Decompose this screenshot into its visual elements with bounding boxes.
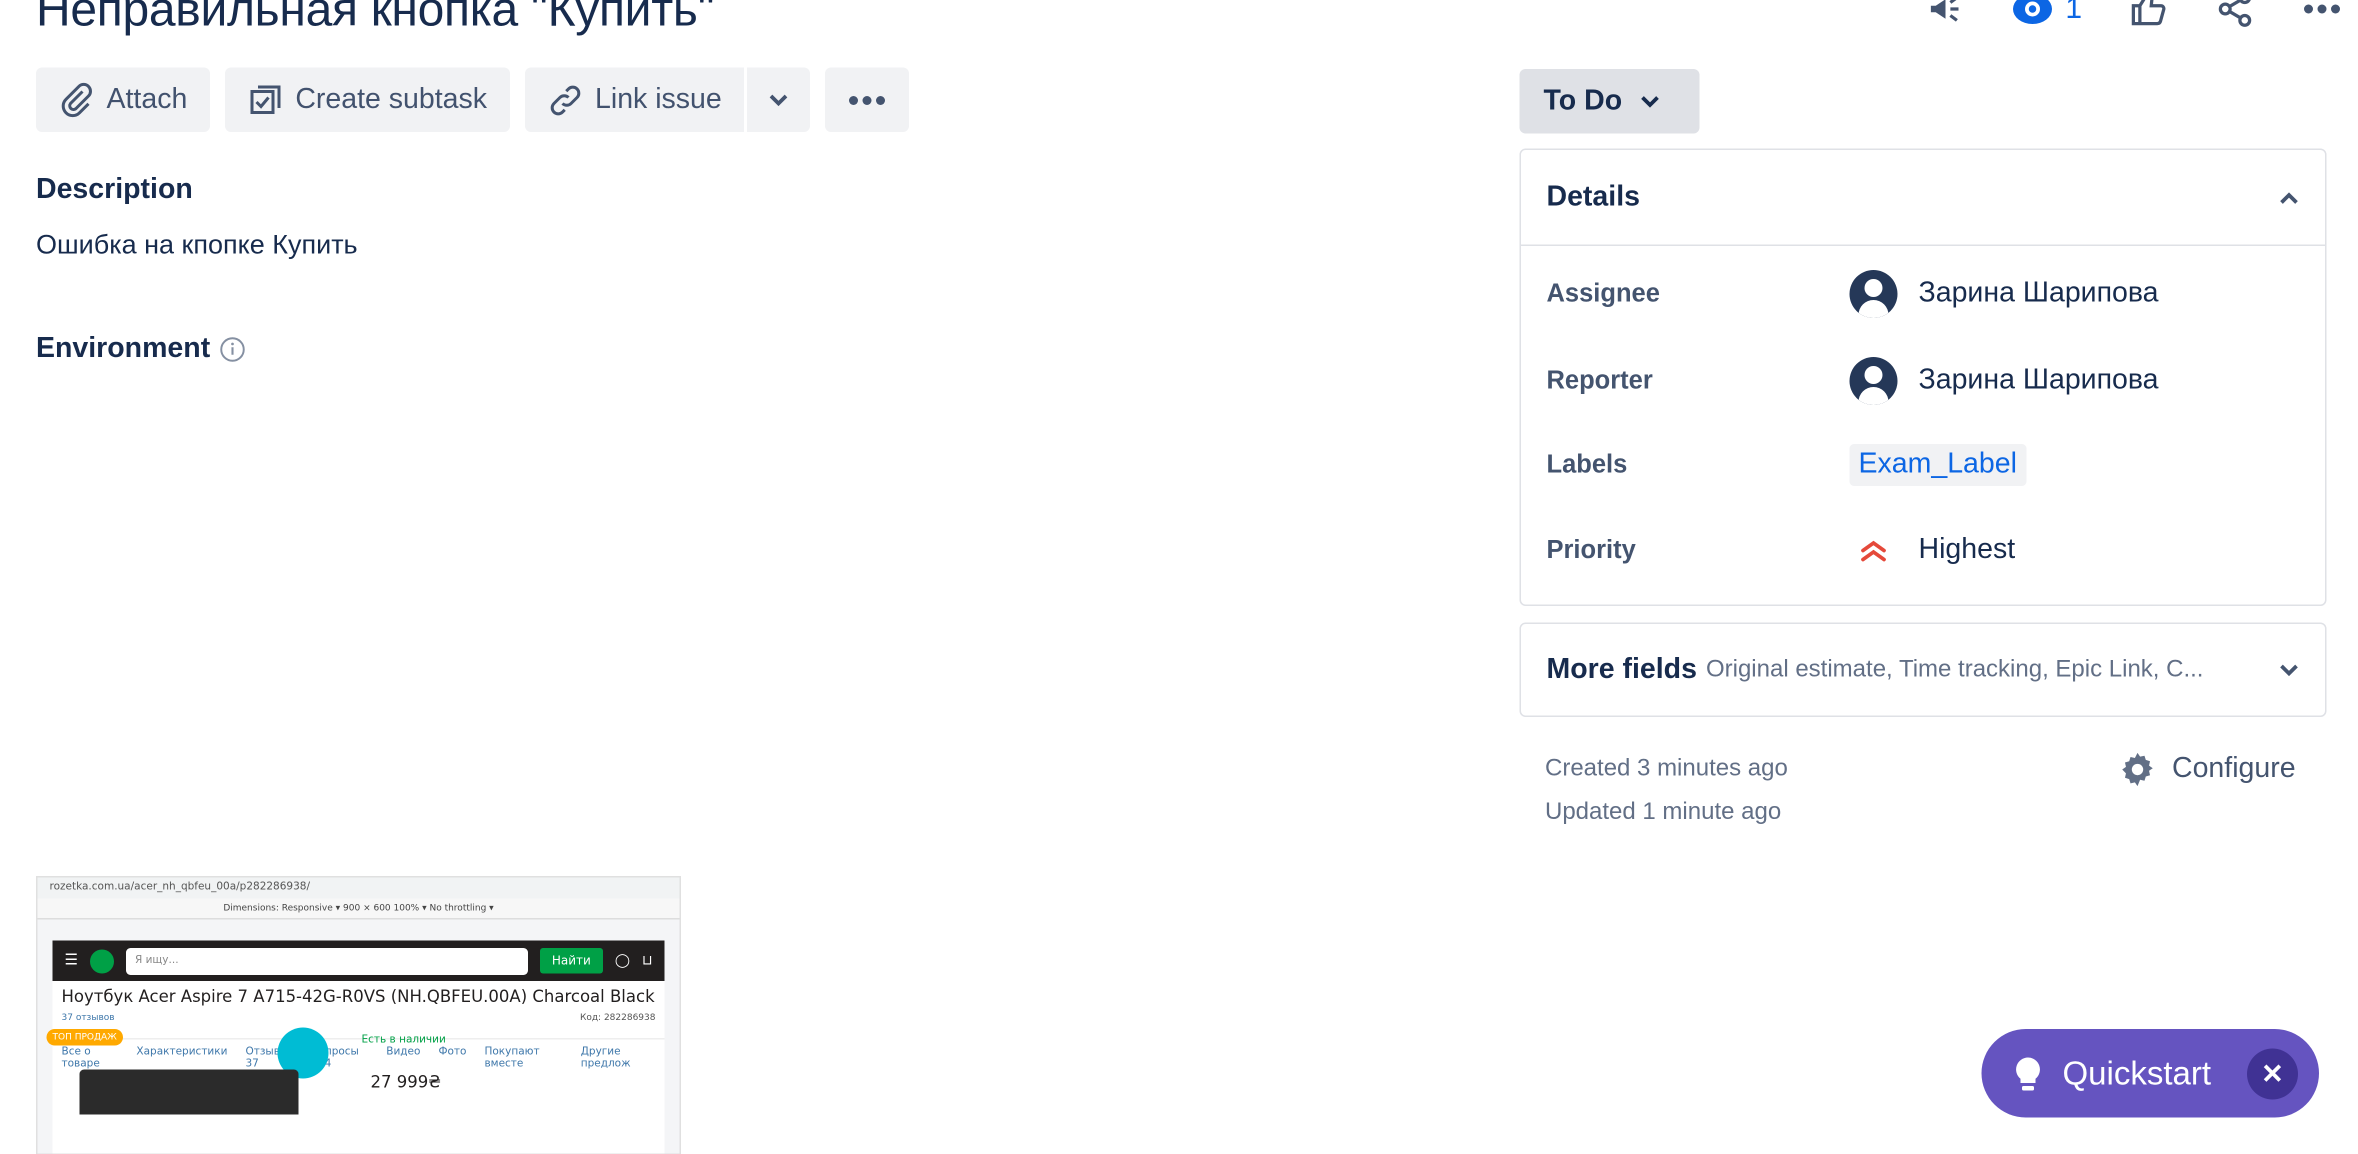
more-fields-title: More fields bbox=[1546, 653, 1697, 685]
link-issue-button[interactable]: Link issue bbox=[524, 67, 745, 132]
thumb-reviews: 37 отзывов bbox=[61, 1012, 115, 1024]
attach-button[interactable]: Attach bbox=[36, 67, 210, 132]
detail-label: Assignee bbox=[1546, 279, 1660, 308]
thumb-tab: Видео bbox=[386, 1045, 421, 1058]
updated-timestamp: Updated 1 minute ago bbox=[1545, 799, 1782, 826]
thumb-address-bar: rozetka.com.ua/acer_nh_qbfeu_00a/p282286… bbox=[37, 877, 680, 899]
details-heading: Details bbox=[1546, 180, 1640, 213]
link-issue-dropdown[interactable] bbox=[747, 67, 811, 132]
thumb-laptop-image bbox=[79, 1069, 299, 1115]
thumb-site: ☰ Я ищу... Найти ◯ ⊔ Ноутбук Acer Aspire… bbox=[52, 940, 665, 1154]
issue-toolbar: Attach Create subtask Link issue bbox=[36, 67, 910, 132]
status-dropdown[interactable]: To Do bbox=[1519, 69, 1700, 134]
thumb-devtools-bar: Dimensions: Responsive ▾ 900 × 600 100% … bbox=[37, 898, 680, 920]
thumb-site-header: ☰ Я ищу... Найти ◯ ⊔ bbox=[52, 940, 665, 981]
watch-button[interactable]: 1 bbox=[2011, 0, 2082, 26]
user-icon: ◯ bbox=[614, 952, 630, 968]
logo-icon bbox=[89, 948, 114, 973]
thumb-tab: Фото bbox=[438, 1045, 467, 1058]
issue-view: Неправильная кнопка "Купить" 1 Attach Cr… bbox=[0, 0, 2358, 1154]
detail-row-assignee: Assignee Зарина Шарипова bbox=[1547, 270, 2312, 318]
more-fields-panel[interactable]: More fields Original estimate, Time trac… bbox=[1519, 622, 2327, 717]
thumb-code: Код: 282286938 bbox=[579, 1012, 656, 1024]
subtask-icon bbox=[250, 84, 281, 114]
watch-count: 1 bbox=[2065, 0, 2082, 25]
configure-label: Configure bbox=[2172, 753, 2296, 785]
thumb-tab: Характеристики bbox=[136, 1045, 228, 1058]
priority-field[interactable]: Highest bbox=[1850, 533, 2016, 569]
priority-highest-icon bbox=[1861, 540, 1886, 562]
thumb-product-meta: 37 отзывов Код: 282286938 bbox=[53, 1013, 665, 1024]
description-heading: Description bbox=[36, 174, 193, 206]
thumb-top-badge: ТОП ПРОДАЖ bbox=[46, 1029, 123, 1046]
close-icon[interactable]: ✕ bbox=[2247, 1048, 2298, 1100]
detail-row-labels: Labels Exam_Label bbox=[1547, 444, 2312, 486]
priority-value: Highest bbox=[1918, 534, 2016, 566]
labels-field[interactable]: Exam_Label bbox=[1849, 444, 2026, 486]
label-chip[interactable]: Exam_Label bbox=[1849, 444, 2026, 486]
thumb-price: 27 999₴ bbox=[370, 1072, 442, 1093]
assignee-field[interactable]: Зарина Шарипова bbox=[1849, 270, 2159, 318]
detail-label: Priority bbox=[1546, 535, 1636, 565]
paperclip-icon bbox=[61, 82, 92, 117]
lightbulb-icon bbox=[2016, 1056, 2040, 1090]
environment-heading: Environment bbox=[36, 333, 211, 365]
chevron-down-icon bbox=[1641, 95, 1660, 107]
subtask-label: Create subtask bbox=[295, 83, 488, 115]
avatar bbox=[1849, 270, 1898, 318]
details-panel: Details Assignee Зарина Шарипова Reporte… bbox=[1519, 148, 2327, 606]
detail-label: Reporter bbox=[1546, 366, 1653, 395]
link-issue-group: Link issue bbox=[524, 67, 811, 132]
detail-row-priority: Priority Highest bbox=[1547, 533, 2312, 569]
thumb-tab: Все о товаре bbox=[61, 1045, 100, 1070]
thumb-search: Я ищу... bbox=[125, 947, 528, 975]
chevron-down-icon bbox=[2280, 663, 2298, 676]
status-label: To Do bbox=[1543, 84, 1623, 117]
more-actions-icon[interactable] bbox=[2301, 0, 2343, 30]
thumb-product-title: Ноутбук Acer Aspire 7 A715-42G-R0VS (NH.… bbox=[61, 987, 655, 1007]
detail-row-reporter: Reporter Зарина Шарипова bbox=[1547, 357, 2312, 405]
created-timestamp: Created 3 minutes ago bbox=[1545, 756, 1788, 782]
ellipsis-icon bbox=[849, 95, 886, 105]
attach-label: Attach bbox=[106, 83, 188, 115]
avatar bbox=[1849, 357, 1898, 405]
reporter-name: Зарина Шарипова bbox=[1918, 364, 2159, 397]
chevron-down-icon bbox=[769, 93, 788, 106]
menu-icon: ☰ bbox=[64, 952, 78, 970]
quickstart-label: Quickstart bbox=[2062, 1053, 2212, 1092]
eye-icon bbox=[2012, 0, 2052, 24]
megaphone-icon[interactable] bbox=[1924, 0, 1966, 30]
issue-top-actions: 1 bbox=[1924, 0, 2343, 30]
chevron-up-icon bbox=[2280, 191, 2298, 204]
environment-heading-wrap: Environment bbox=[36, 333, 246, 366]
create-subtask-button[interactable]: Create subtask bbox=[224, 67, 510, 132]
thumb-find-button: Найти bbox=[539, 948, 603, 974]
issue-title[interactable]: Неправильная кнопка "Купить" bbox=[36, 0, 715, 38]
thumbs-up-icon[interactable] bbox=[2127, 0, 2169, 30]
info-icon[interactable] bbox=[219, 336, 246, 363]
thumb-tab: Покупают вместе bbox=[484, 1045, 540, 1070]
configure-button[interactable]: Configure bbox=[2118, 750, 2296, 789]
assignee-name: Зарина Шарипова bbox=[1918, 277, 2159, 310]
link-icon bbox=[550, 85, 580, 115]
cart-icon: ⊔ bbox=[641, 952, 653, 968]
thumb-tab: Другие предлож bbox=[580, 1045, 631, 1070]
thumb-stock: Есть в наличии bbox=[361, 1033, 446, 1046]
detail-label: Labels bbox=[1546, 450, 1628, 479]
details-header[interactable]: Details bbox=[1521, 150, 2325, 246]
attachment-thumbnail[interactable]: rozetka.com.ua/acer_nh_qbfeu_00a/p282286… bbox=[36, 876, 681, 1154]
more-fields-subtitle: Original estimate, Time tracking, Epic L… bbox=[1705, 656, 2204, 682]
quickstart-button[interactable]: Quickstart ✕ bbox=[1981, 1029, 2319, 1118]
reporter-field[interactable]: Зарина Шарипова bbox=[1849, 357, 2159, 405]
more-toolbar-button[interactable] bbox=[825, 67, 910, 132]
gear-icon bbox=[2122, 752, 2153, 787]
link-issue-label: Link issue bbox=[595, 83, 722, 115]
description-text[interactable]: Ошибка на кпопке Купить bbox=[36, 230, 358, 262]
share-icon[interactable] bbox=[2214, 0, 2256, 30]
